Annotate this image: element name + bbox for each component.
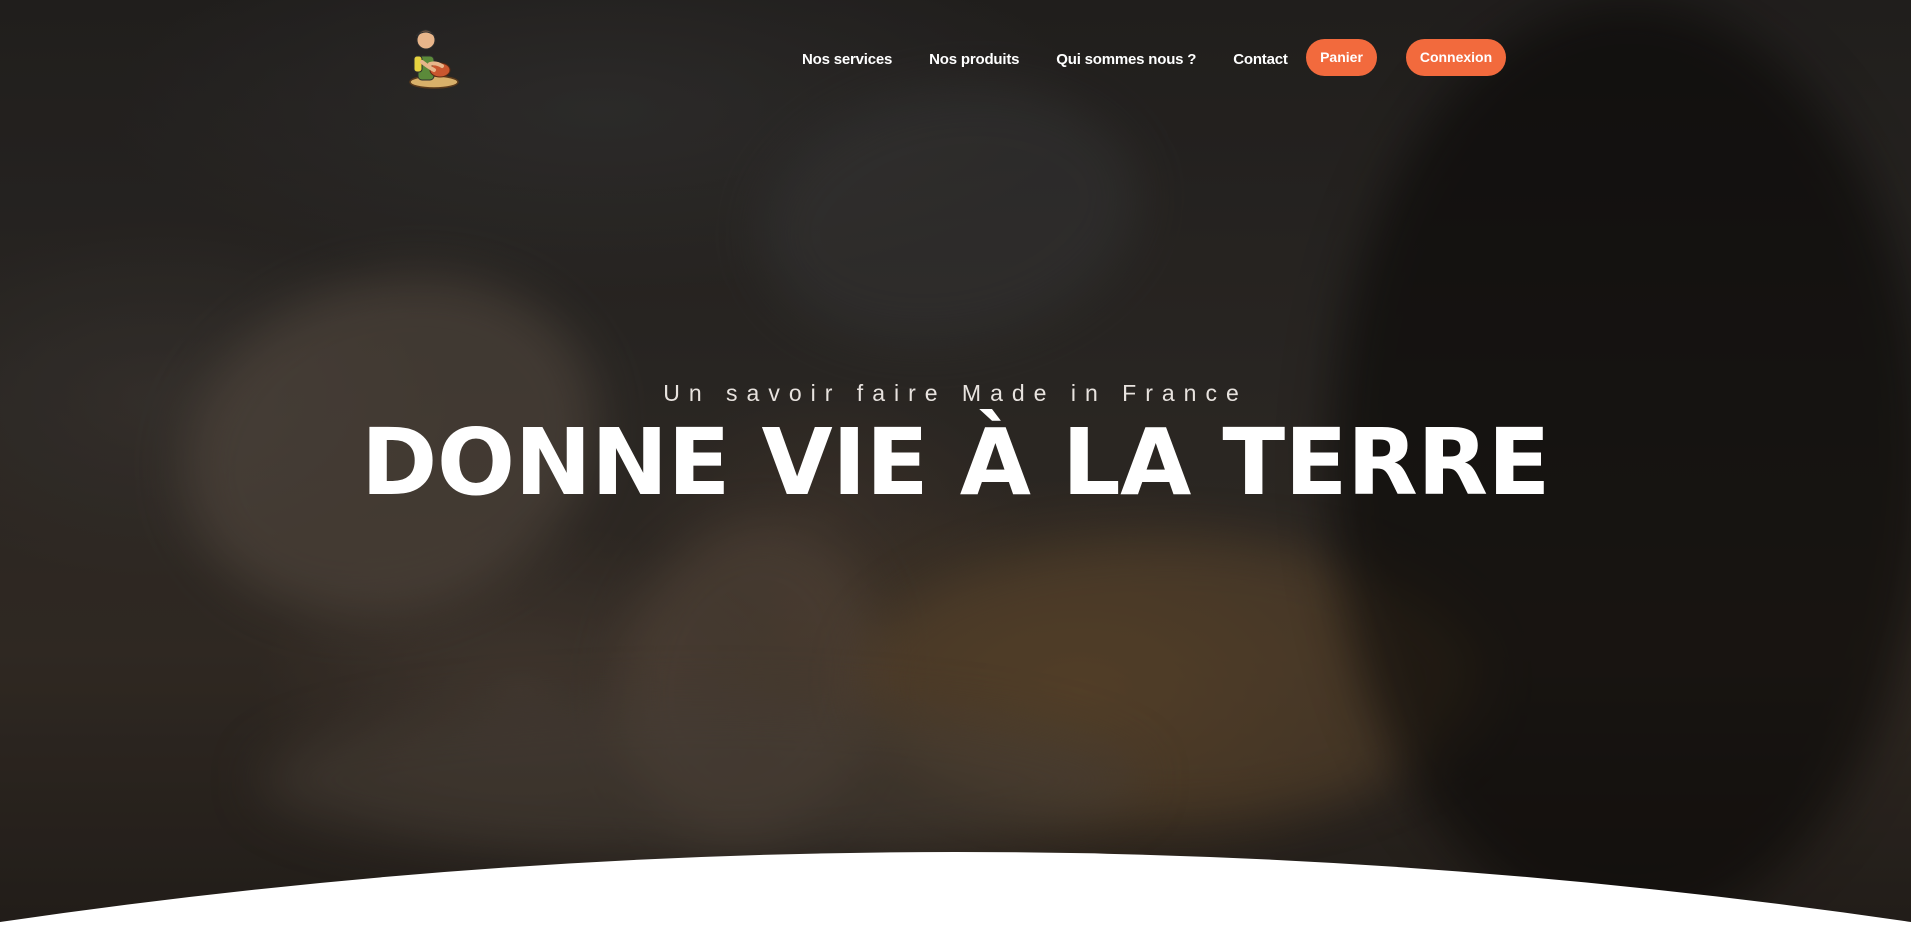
site-logo[interactable] xyxy=(400,22,464,92)
nav-link-products[interactable]: Nos produits xyxy=(929,51,1019,68)
top-navigation: Nos services Nos produits Qui sommes nou… xyxy=(400,18,1506,98)
hero-subtitle: Un savoir faire Made in France xyxy=(663,380,1248,406)
hero-section: Nos services Nos produits Qui sommes nou… xyxy=(0,0,1911,932)
nav-link-services[interactable]: Nos services xyxy=(802,51,892,68)
cart-button[interactable]: Panier xyxy=(1306,39,1377,76)
nav-link-about[interactable]: Qui sommes nous ? xyxy=(1056,51,1196,68)
hero-text: Un savoir faire Made in France DONNE VIE… xyxy=(0,380,1911,509)
hero-title: DONNE VIE À LA TERRE xyxy=(361,409,1550,516)
nav-link-contact[interactable]: Contact xyxy=(1233,51,1288,68)
potter-logo-icon xyxy=(409,29,459,89)
nav-menu: Nos services Nos produits Qui sommes nou… xyxy=(802,48,1325,70)
hero-bottom-curve xyxy=(0,852,1911,932)
login-button[interactable]: Connexion xyxy=(1406,39,1506,76)
